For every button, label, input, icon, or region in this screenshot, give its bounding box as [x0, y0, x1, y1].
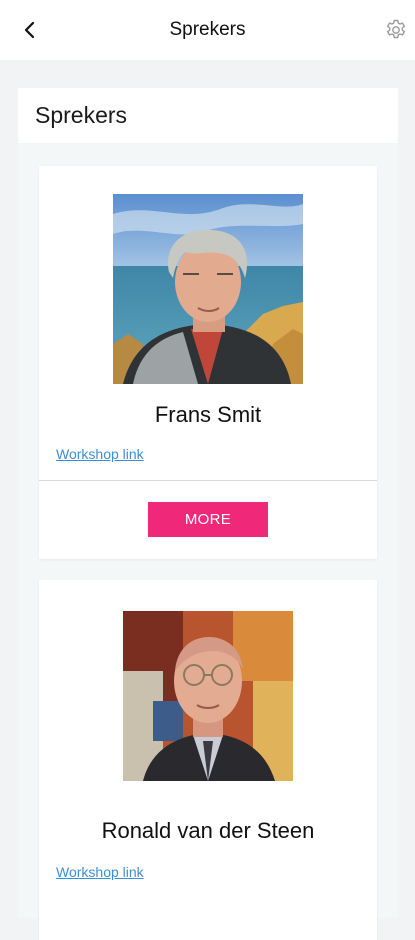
section-title: Sprekers: [35, 102, 128, 128]
speaker-name: Ronald van der Steen: [101, 818, 315, 843]
speakers-panel: Sprekers Frans Smit Workshop link MORE R…: [18, 88, 398, 940]
workshop-link[interactable]: Workshop link: [56, 864, 144, 880]
workshop-link[interactable]: Workshop link: [56, 446, 144, 462]
speaker-photo: [113, 194, 303, 384]
divider: [39, 480, 377, 481]
page-title: Sprekers: [169, 19, 246, 40]
speaker-card: Ronald van der Steen Workshop link: [39, 580, 377, 940]
speaker-photo: [123, 611, 293, 781]
more-button[interactable]: MORE: [148, 502, 268, 537]
app-bar: Sprekers: [0, 0, 415, 60]
panel-header: Sprekers: [18, 88, 398, 143]
settings-button[interactable]: [384, 18, 408, 42]
gear-icon: [387, 19, 405, 39]
speaker-name: Frans Smit: [154, 402, 262, 427]
speaker-card: Frans Smit Workshop link MORE: [39, 166, 377, 559]
